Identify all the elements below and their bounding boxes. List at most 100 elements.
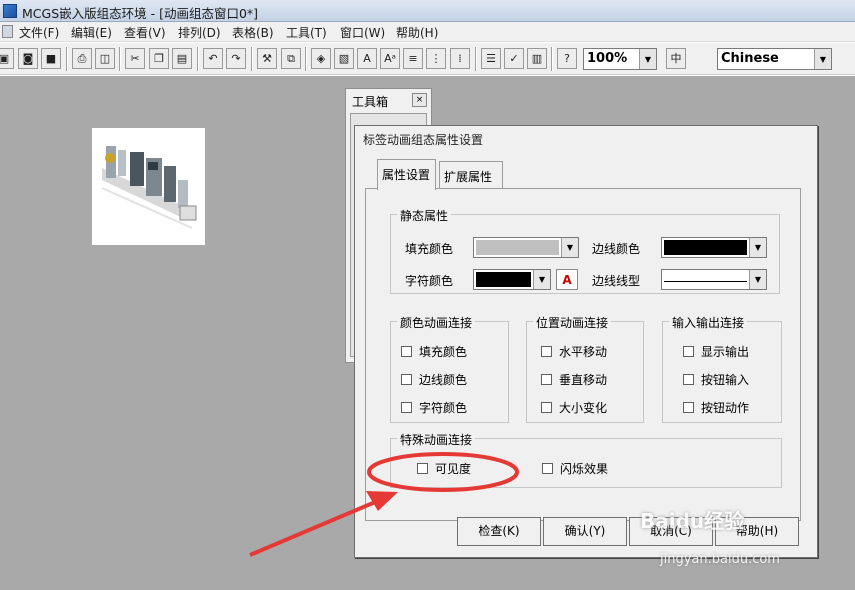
text-color-picker[interactable]: ▼ [473,269,551,290]
size-change-checkbox[interactable]: 大小变化 [541,399,607,416]
frame-icon[interactable]: ⧉ [281,48,301,69]
vertical-move-checkbox[interactable]: 垂直移动 [541,371,607,388]
save-icon[interactable]: ■ [41,48,61,69]
menu-tools[interactable]: 工具(T) [286,24,327,41]
fill-color-option-label: 填充颜色 [419,345,468,359]
redo-icon[interactable]: ↷ [226,48,246,69]
checkbox-box[interactable] [417,463,428,474]
menu-file[interactable]: 文件(F) [19,24,59,41]
visibility-checkbox[interactable]: 可见度 [417,460,471,477]
chevron-down-icon[interactable]: ▼ [561,238,578,257]
menu-edit[interactable]: 编辑(E) [71,24,112,41]
checkbox-box[interactable] [683,346,694,357]
tools-icon[interactable]: ⚒ [257,48,277,69]
paste-icon[interactable]: ▤ [172,48,192,69]
undo-icon[interactable]: ↶ [203,48,223,69]
app-icon [3,4,17,18]
size-change-label: 大小变化 [559,401,608,415]
fill-color-swatch [476,240,559,255]
chevron-down-icon[interactable]: ▼ [814,49,831,69]
text-color-swatch [476,272,531,287]
help-pointer-icon[interactable]: ? [557,48,577,69]
watermark-logo: Baidu经验 [640,509,745,533]
check-icon[interactable]: ✓ [504,48,524,69]
fill-color-picker[interactable]: ▼ [473,237,579,258]
title-bar: MCGS嵌入版组态环境 - [动画组态窗口0*] [0,0,855,22]
menu-view[interactable]: 查看(V) [124,24,166,41]
open-icon[interactable]: ◙ [18,48,38,69]
line-style-icon[interactable]: ≡ [403,48,423,69]
zoom-select[interactable]: 100% ▼ [583,48,657,70]
line-type-icon[interactable]: ⋮ [426,48,446,69]
button-action-label: 按钮动作 [701,401,750,415]
horizontal-move-checkbox[interactable]: 水平移动 [541,343,607,360]
checkbox-box[interactable] [541,374,552,385]
line-style-swatch [664,273,747,282]
tab-property-settings[interactable]: 属性设置 [377,159,436,190]
dialog-caption: 标签动画组态属性设置 [355,126,817,150]
static-properties-legend: 静态属性 [397,207,452,224]
print-preview-icon[interactable]: ◫ [95,48,115,69]
chevron-down-icon[interactable]: ▼ [639,49,656,69]
position-animation-legend: 位置动画连接 [533,314,612,331]
menu-window[interactable]: 窗口(W) [340,24,385,41]
checkbox-box[interactable] [542,463,553,474]
checkbox-box[interactable] [541,346,552,357]
grid-icon[interactable]: ⁞ [450,48,470,69]
text-color-checkbox[interactable]: 字符颜色 [401,399,467,416]
fill-color-icon[interactable]: ▧ [334,48,354,69]
equipment-image[interactable] [92,128,205,245]
button-action-checkbox[interactable]: 按钮动作 [683,399,749,416]
ok-button[interactable]: 确认(Y) [543,517,627,546]
border-color-checkbox[interactable]: 边线颜色 [401,371,467,388]
chevron-down-icon[interactable]: ▼ [749,238,766,257]
horizontal-move-label: 水平移动 [559,345,608,359]
button-input-checkbox[interactable]: 按钮输入 [683,371,749,388]
checkbox-box[interactable] [683,402,694,413]
checkbox-box[interactable] [401,402,412,413]
tab-extended-properties[interactable]: 扩展属性 [439,161,503,189]
properties-icon[interactable]: ☰ [481,48,501,69]
checkbox-box[interactable] [541,402,552,413]
language-icon[interactable]: 中 [666,48,686,69]
print-icon[interactable]: ⎙ [72,48,92,69]
font-button[interactable]: A [556,269,578,290]
chevron-down-icon[interactable]: ▼ [749,270,766,289]
check-button[interactable]: 检查(K) [457,517,541,546]
color-animation-legend: 颜色动画连接 [397,314,476,331]
toolbar-separator [551,47,553,71]
menu-arrange[interactable]: 排列(D) [178,24,221,41]
border-style-picker[interactable]: ▼ [661,269,767,290]
menu-table[interactable]: 表格(B) [232,24,274,41]
copy-icon[interactable]: ❐ [149,48,169,69]
toolbar-separator [197,47,199,71]
chevron-down-icon[interactable]: ▼ [533,270,550,289]
toolbar-separator [66,47,68,71]
fill-color-checkbox[interactable]: 填充颜色 [401,343,467,360]
text-color-icon[interactable]: A [357,48,377,69]
special-animation-group: 特殊动画连接 可见度 闪烁效果 [390,431,782,488]
window-icon[interactable]: ▣ [0,48,14,69]
toolbar: ▣ ◙ ■ ⎙ ◫ ✂ ❐ ▤ ↶ ↷ ⚒ ⧉ ◈ ▧ A Aᵃ ≡ ⋮ ⁞ ☰… [0,43,855,75]
color-palette-icon[interactable]: ◈ [311,48,331,69]
vertical-move-label: 垂直移动 [559,373,608,387]
color-animation-group: 颜色动画连接 填充颜色 边线颜色 字符颜色 [390,314,509,423]
toolbox-title: 工具箱 [352,95,389,109]
checkbox-box[interactable] [401,346,412,357]
font-icon[interactable]: Aᵃ [380,48,400,69]
checkbox-box[interactable] [683,374,694,385]
special-animation-legend: 特殊动画连接 [397,431,476,448]
position-animation-group: 位置动画连接 水平移动 垂直移动 大小变化 [526,314,644,423]
fill-color-label: 填充颜色 [405,242,454,256]
text-color-label: 字符颜色 [405,274,454,288]
toolbar-separator [475,47,477,71]
list-icon[interactable]: ▥ [527,48,547,69]
close-icon[interactable]: × [412,93,427,107]
checkbox-box[interactable] [401,374,412,385]
display-output-checkbox[interactable]: 显示输出 [683,343,749,360]
cut-icon[interactable]: ✂ [125,48,145,69]
blink-effect-checkbox[interactable]: 闪烁效果 [542,460,608,477]
menu-help[interactable]: 帮助(H) [396,24,438,41]
border-color-picker[interactable]: ▼ [661,237,767,258]
language-select[interactable]: Chinese ▼ [717,48,832,70]
